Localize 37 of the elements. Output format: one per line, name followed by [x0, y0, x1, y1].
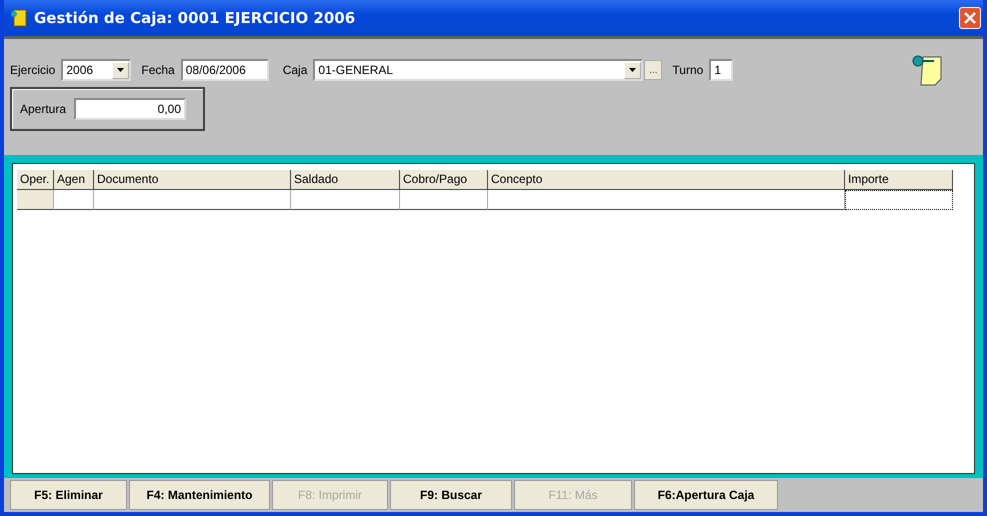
- column-header[interactable]: Documento: [94, 170, 291, 190]
- shift-field[interactable]: 1: [709, 59, 734, 81]
- table-cell[interactable]: [400, 190, 488, 210]
- field-label: Fecha: [141, 63, 175, 77]
- table-cell[interactable]: [54, 190, 94, 210]
- function-button[interactable]: F5: Eliminar: [10, 480, 127, 510]
- column-header[interactable]: Concepto: [488, 170, 845, 190]
- column-header[interactable]: Cobro/Pago: [400, 170, 488, 190]
- close-button[interactable]: [959, 7, 981, 29]
- dropdown-button[interactable]: [624, 62, 642, 78]
- cash-register-dropdown[interactable]: 01-GENERAL: [313, 59, 644, 81]
- dropdown-arrow-icon: [629, 68, 636, 72]
- date-field[interactable]: 08/06/2006: [180, 59, 269, 81]
- table-cell[interactable]: [845, 190, 953, 210]
- close-icon: [964, 12, 976, 24]
- function-button[interactable]: F4: Mantenimiento: [129, 480, 270, 510]
- app-icon: [10, 9, 28, 27]
- window-title: Gestión de Caja: 0001 EJERCICIO 2006: [34, 9, 356, 27]
- table-cell[interactable]: [94, 190, 291, 210]
- opening-amount-field[interactable]: 0,00: [74, 98, 186, 120]
- table-cell[interactable]: [291, 190, 400, 210]
- function-button[interactable]: F6:Apertura Caja: [634, 480, 778, 510]
- dropdown-button[interactable]: [112, 62, 130, 78]
- column-header[interactable]: Saldado: [291, 170, 400, 190]
- column-header[interactable]: Agen: [54, 170, 94, 190]
- dropdown-arrow-icon: [117, 68, 124, 72]
- table-cell[interactable]: [488, 190, 845, 210]
- field-label: Caja: [282, 63, 308, 77]
- function-button[interactable]: F9: Buscar: [390, 480, 512, 510]
- field-label: Ejercicio: [10, 63, 56, 77]
- year-dropdown[interactable]: 2006: [61, 59, 132, 81]
- browse-button[interactable]: ...: [644, 60, 662, 80]
- table-cell[interactable]: [17, 190, 54, 210]
- column-header[interactable]: Oper.: [17, 170, 54, 190]
- field-label: Apertura: [20, 102, 66, 116]
- column-header[interactable]: Importe: [845, 170, 953, 190]
- field-label: Turno: [672, 63, 704, 77]
